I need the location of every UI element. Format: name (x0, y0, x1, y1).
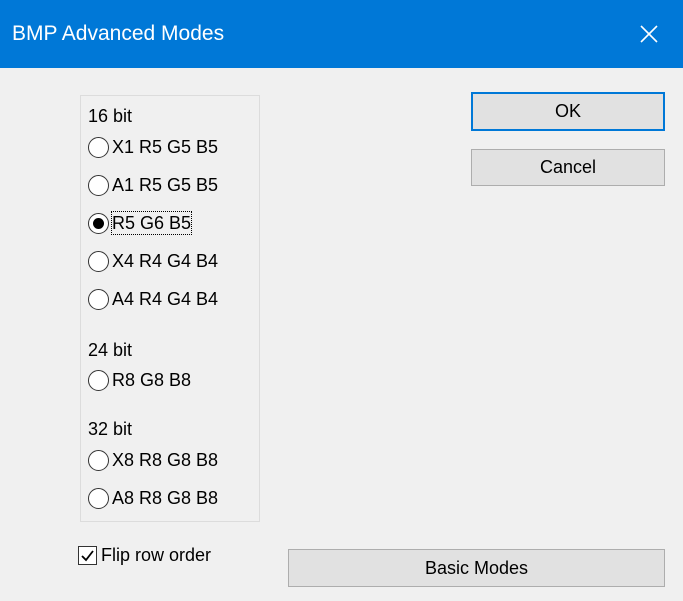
cancel-button[interactable]: Cancel (471, 149, 665, 186)
section-label-32-bit: 32 bit (88, 419, 133, 439)
close-icon (640, 25, 658, 43)
ok-button[interactable]: OK (471, 92, 665, 131)
checkbox-label: Flip row order (101, 544, 212, 565)
radio-label: A1 R5 G5 B5 (112, 175, 219, 195)
radio-a8r8g8b8[interactable]: A8 R8 G8 B8 (88, 485, 218, 511)
radio-label: R5 G6 B5 (110, 211, 193, 235)
dialog-window: BMP Advanced Modes 16 bit X1 R5 G5 B5 A1… (0, 0, 683, 601)
radio-label: X4 R4 G4 B4 (112, 251, 219, 271)
radio-circle[interactable] (88, 487, 109, 509)
radio-a1r5g5b5[interactable]: A1 R5 G5 B5 (88, 172, 218, 198)
radio-r8g8b8[interactable]: R8 G8 B8 (88, 367, 191, 393)
radio-circle[interactable] (88, 288, 109, 310)
radio-r5g6b5[interactable]: R5 G6 B5 (88, 210, 193, 236)
radio-a4r4g4b4[interactable]: A4 R4 G4 B4 (88, 286, 218, 312)
radio-circle[interactable] (88, 250, 109, 272)
radio-circle[interactable] (88, 136, 109, 158)
radio-label: X1 R5 G5 B5 (112, 137, 219, 157)
radio-dot (93, 217, 104, 229)
radio-label: X8 R8 G8 B8 (112, 450, 219, 470)
radio-label: A8 R8 G8 B8 (112, 488, 219, 508)
radio-label: A4 R4 G4 B4 (112, 289, 219, 309)
radio-x1r5g5b5[interactable]: X1 R5 G5 B5 (88, 134, 218, 160)
flip-row-order-checkbox[interactable]: Flip row order (78, 542, 211, 568)
radio-circle[interactable] (88, 369, 109, 391)
window-title: BMP Advanced Modes (12, 22, 225, 45)
section-label-16-bit: 16 bit (88, 106, 133, 126)
checkmark-icon (81, 549, 94, 561)
section-label-24-bit: 24 bit (88, 340, 133, 360)
basic-modes-button[interactable]: Basic Modes (288, 549, 665, 587)
title-bar[interactable]: BMP Advanced Modes (0, 0, 683, 68)
radio-x8r8g8b8[interactable]: X8 R8 G8 B8 (88, 447, 218, 473)
close-button[interactable] (615, 0, 683, 68)
radio-label: R8 G8 B8 (112, 370, 192, 390)
radio-x4r4g4b4[interactable]: X4 R4 G4 B4 (88, 248, 218, 274)
radio-circle[interactable] (88, 449, 109, 471)
checkbox-box[interactable] (78, 545, 97, 565)
radio-circle-selected[interactable] (88, 212, 109, 234)
radio-circle[interactable] (88, 174, 109, 196)
